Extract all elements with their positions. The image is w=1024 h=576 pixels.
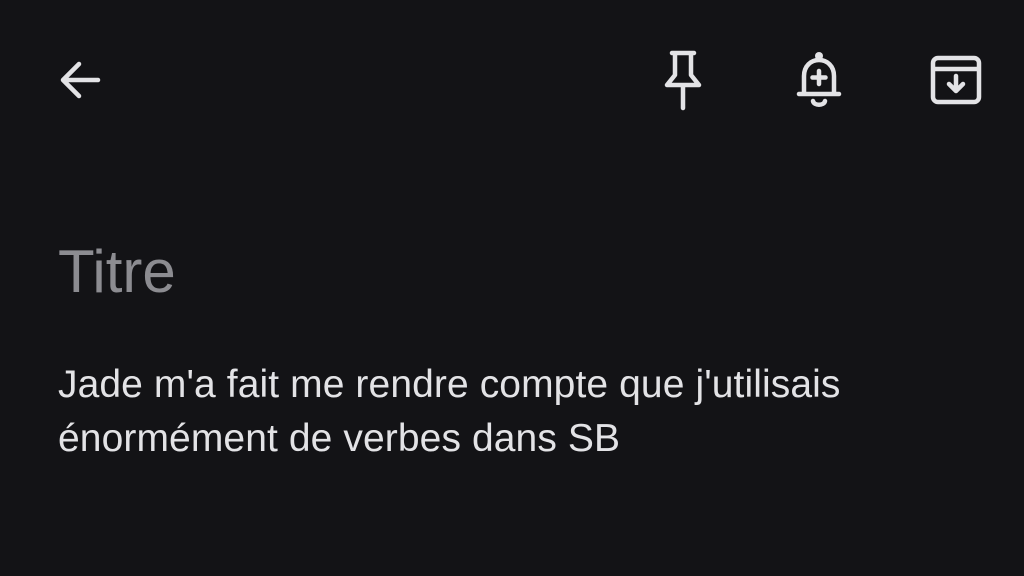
pin-icon [664, 50, 702, 111]
top-toolbar [0, 0, 1024, 160]
note-body-field[interactable]: Jade m'a fait me rendre compte que j'uti… [58, 358, 1008, 466]
note-title-field[interactable]: Titre [58, 236, 176, 308]
pin-button[interactable] [647, 44, 719, 116]
arrow-left-icon [60, 61, 101, 99]
reminder-button[interactable] [783, 44, 855, 116]
archive-button[interactable] [920, 44, 992, 116]
archive-icon [930, 55, 982, 105]
bell-plus-icon [796, 52, 842, 107]
back-button[interactable] [44, 44, 116, 116]
